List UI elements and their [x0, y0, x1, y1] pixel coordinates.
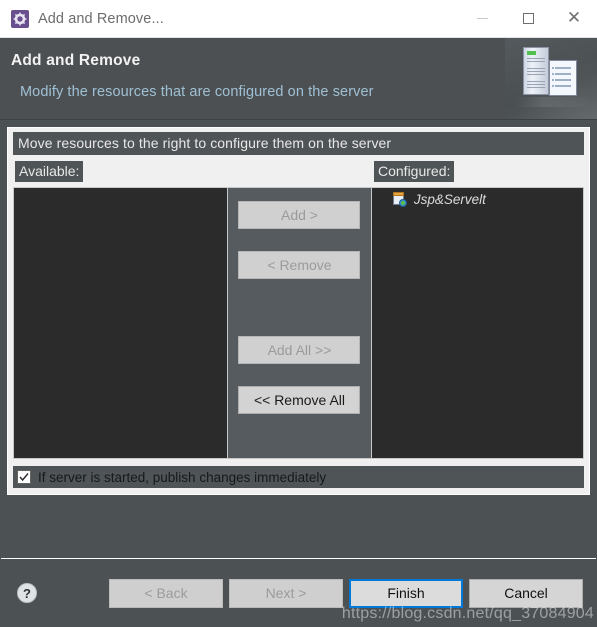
maximize-icon[interactable] [505, 0, 551, 37]
server-document-icon [505, 38, 597, 119]
page-title: Add and Remove [11, 52, 141, 69]
publish-checkbox[interactable] [17, 470, 31, 484]
project-module-icon [392, 192, 407, 207]
add-and-remove-dialog: Add and Remove... ✕ Add and Remove Modif… [0, 0, 597, 627]
configured-list[interactable]: Jsp&Servelt [370, 187, 584, 459]
column-labels: Available: Configured: [13, 161, 584, 187]
list-item-label: Jsp&Servelt [413, 192, 486, 207]
dialog-footer: ? < Back Next > Finish Cancel https://bl… [0, 559, 597, 627]
wizard-header: Add and Remove Modify the resources that… [0, 38, 597, 120]
transfer-button-column: Add > < Remove Add All >> << Remove All [228, 187, 371, 459]
page-subtitle: Modify the resources that are configured… [20, 84, 374, 100]
footer-buttons: < Back Next > Finish Cancel [109, 578, 583, 608]
configured-label: Configured: [374, 161, 455, 182]
available-label: Available: [15, 161, 84, 182]
window-title: Add and Remove... [38, 10, 164, 27]
resources-panel: Move resources to the right to configure… [7, 127, 590, 495]
gear-icon [11, 9, 29, 28]
help-icon[interactable]: ? [17, 583, 37, 603]
publish-checkbox-row[interactable]: If server is started, publish changes im… [13, 466, 584, 488]
add-all-button[interactable]: Add All >> [238, 336, 361, 364]
minimize-icon[interactable] [459, 0, 505, 37]
remove-all-button[interactable]: << Remove All [238, 386, 361, 414]
transfer-lists: Add > < Remove Add All >> << Remove All … [13, 187, 584, 459]
dialog-body: Move resources to the right to configure… [0, 120, 597, 558]
publish-checkbox-label: If server is started, publish changes im… [38, 469, 327, 485]
list-item[interactable]: Jsp&Servelt [372, 188, 583, 211]
instruction-label: Move resources to the right to configure… [13, 132, 584, 155]
back-button[interactable]: < Back [109, 578, 223, 608]
cancel-button[interactable]: Cancel [469, 578, 583, 608]
title-bar: Add and Remove... ✕ [0, 0, 597, 38]
close-icon[interactable]: ✕ [551, 0, 597, 37]
available-list[interactable] [13, 187, 229, 459]
add-button[interactable]: Add > [238, 201, 361, 229]
watermark: https://blog.csdn.net/qq_37084904 [341, 605, 594, 622]
finish-button[interactable]: Finish [349, 578, 463, 608]
window-controls: ✕ [459, 0, 597, 37]
remove-button[interactable]: < Remove [238, 251, 361, 279]
next-button[interactable]: Next > [229, 578, 343, 608]
